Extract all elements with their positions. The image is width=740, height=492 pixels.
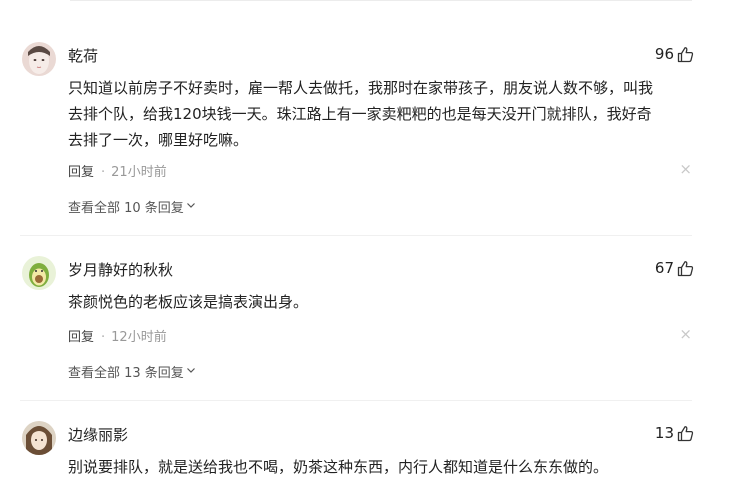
comment-divider	[20, 400, 692, 401]
avatar[interactable]	[22, 42, 56, 76]
like-button[interactable]: 67	[655, 259, 694, 277]
avatar[interactable]	[22, 256, 56, 290]
thumbs-up-icon	[677, 260, 694, 277]
reply-button[interactable]: 回复	[68, 165, 94, 180]
comment-line: 去排个队，给我120块钱一天。珠江路上有一家卖粑粑的也是每天没开门就排队，我好奇	[68, 105, 652, 123]
like-count: 96	[654, 45, 674, 63]
view-replies-label: 查看全部 13 条回复	[68, 366, 184, 381]
view-replies-button[interactable]: 查看全部 13 条回复	[68, 362, 196, 381]
close-icon[interactable]: ×	[679, 160, 692, 178]
comment-meta: 回复 · 21小时前	[68, 161, 167, 180]
chevron-down-icon	[184, 199, 196, 214]
like-count: 67	[654, 259, 674, 277]
thumbs-up-icon	[677, 46, 694, 63]
timestamp: 12小时前	[111, 330, 167, 345]
view-replies-button[interactable]: 查看全部 10 条回复	[68, 197, 196, 216]
comment-text: 只知道以前房子不好卖时，雇一帮人去做托，我那时在家带孩子，朋友说人数不够，叫我 …	[68, 75, 708, 153]
like-button[interactable]: 13	[655, 424, 694, 442]
view-replies-label: 查看全部 10 条回复	[68, 201, 184, 216]
separator-dot: ·	[101, 165, 106, 180]
top-divider	[70, 0, 692, 1]
comment-divider	[20, 235, 692, 236]
chevron-down-icon	[184, 364, 196, 379]
timestamp: 21小时前	[111, 165, 167, 180]
username[interactable]: 岁月静好的秋秋	[68, 259, 173, 280]
like-count: 13	[654, 424, 674, 442]
comment-line: 茶颜悦色的老板应该是搞表演出身。	[68, 293, 309, 311]
comment-text: 别说要排队，就是送给我也不喝，奶茶这种东西，内行人都知道是什么东东做的。	[68, 454, 708, 480]
username[interactable]: 边缘丽影	[68, 424, 128, 445]
comment-meta: 回复 · 12小时前	[68, 326, 167, 345]
username[interactable]: 乾荷	[68, 45, 98, 66]
thumbs-up-icon	[677, 425, 694, 442]
separator-dot: ·	[101, 330, 106, 345]
comment-line: 别说要排队，就是送给我也不喝，奶茶这种东西，内行人都知道是什么东东做的。	[68, 458, 609, 476]
reply-button[interactable]: 回复	[68, 330, 94, 345]
comment-line: 只知道以前房子不好卖时，雇一帮人去做托，我那时在家带孩子，朋友说人数不够，叫我	[68, 79, 654, 97]
comment-text: 茶颜悦色的老板应该是搞表演出身。	[68, 289, 708, 315]
like-button[interactable]: 96	[655, 45, 694, 63]
avatar[interactable]	[22, 421, 56, 455]
comment-line: 去排了一次，哪里好吃嘛。	[68, 131, 249, 149]
close-icon[interactable]: ×	[679, 325, 692, 343]
